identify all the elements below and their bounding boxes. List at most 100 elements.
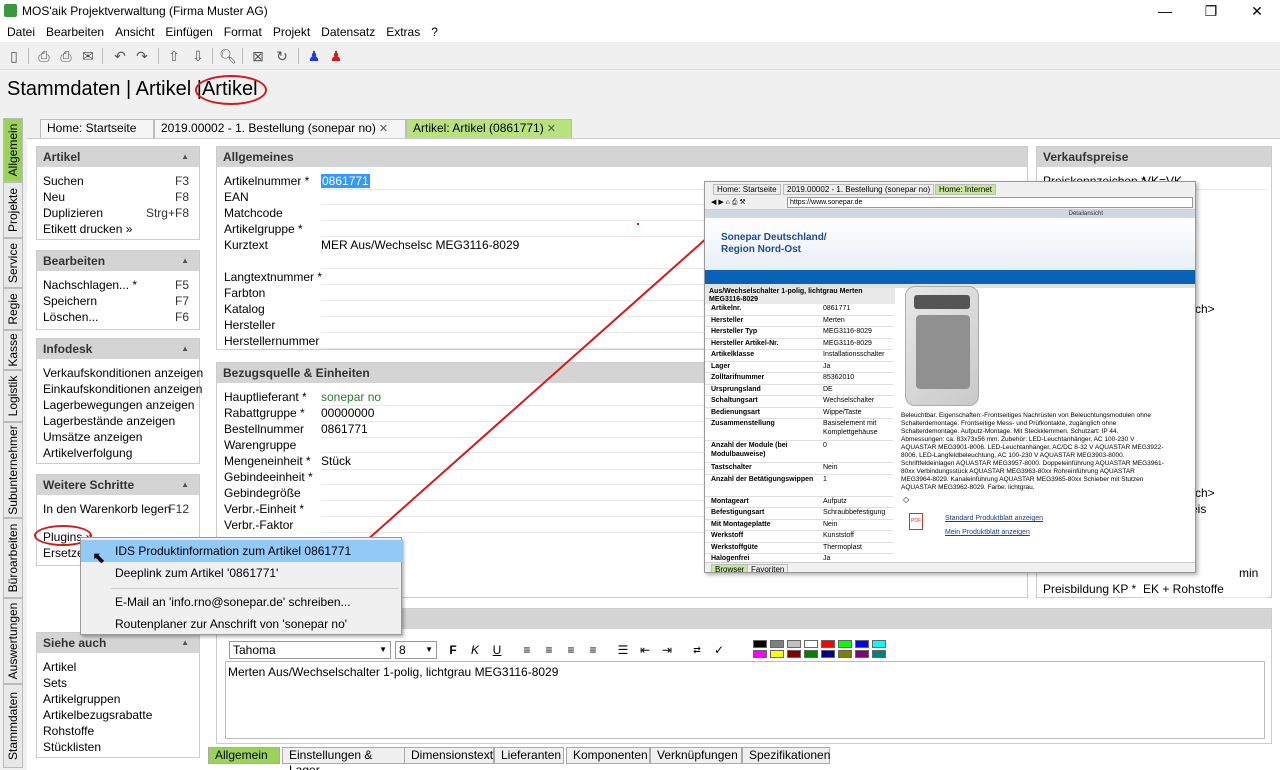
color-swatch[interactable] xyxy=(753,640,767,648)
redo-icon[interactable]: ↷ xyxy=(132,46,152,66)
breadcrumb-part2[interactable]: Artikel xyxy=(136,78,192,100)
color-swatch[interactable] xyxy=(838,640,852,648)
vtab-bueroarbeiten[interactable]: Büroarbeiten xyxy=(3,518,23,598)
inset-btab-browser[interactable]: Browser xyxy=(711,564,749,572)
menu-routenplaner[interactable]: Routenplaner zur Anschrift von 'sonepar … xyxy=(81,613,403,635)
btab-verknuepfungen[interactable]: Verknüpfungen xyxy=(650,747,742,764)
close-tab-icon[interactable]: ✕ xyxy=(379,123,388,135)
link-umsaetze[interactable]: Umsätze anzeigen xyxy=(43,429,142,445)
tab-artikel[interactable]: Artikel: Artikel (0861771) ✕ xyxy=(406,119,572,138)
link-artikel[interactable]: Artikel xyxy=(43,659,76,675)
menu-deeplink[interactable]: Deeplink zum Artikel '0861771' xyxy=(81,562,403,584)
vtab-regie[interactable]: Regie xyxy=(3,288,23,330)
mail-icon[interactable]: ✉ xyxy=(78,46,98,66)
minimize-button[interactable]: — xyxy=(1142,0,1188,22)
italic-icon[interactable]: K xyxy=(465,640,485,660)
link-suchen[interactable]: Suchen xyxy=(43,173,84,189)
color-swatch[interactable] xyxy=(787,650,801,658)
langtext-editor[interactable]: Merten Aus/Wechselschalter 1-polig, lich… xyxy=(225,661,1265,739)
btab-komponenten[interactable]: Komponenten xyxy=(566,747,650,764)
link-einkaufskonditionen[interactable]: Einkaufskonditionen anzeigen xyxy=(43,381,202,397)
menu-datensatz[interactable]: Datensatz xyxy=(314,22,379,40)
btab-dimensionstext[interactable]: Dimensionstext xyxy=(404,747,494,764)
color-swatch[interactable] xyxy=(770,650,784,658)
link-warenkorb[interactable]: In den Warenkorb legen xyxy=(43,501,171,517)
close-tab-icon[interactable]: ✕ xyxy=(547,123,556,135)
inset-back-icon[interactable]: ◀ ▶ ⌂ ⎙ ⚒ xyxy=(711,198,746,207)
vtab-stammdaten[interactable]: Stammdaten xyxy=(3,684,23,768)
inset-btab-favoriten[interactable]: Favoriten xyxy=(747,564,789,572)
menu-projekt[interactable]: Projekt xyxy=(266,22,314,40)
spellcheck-icon[interactable]: ✓ xyxy=(709,640,729,660)
menu-datei[interactable]: Datei xyxy=(0,22,39,40)
color-swatch[interactable] xyxy=(804,640,818,648)
link-artikelbezugsrabatte[interactable]: Artikelbezugsrabatte xyxy=(43,707,152,723)
link-etikett-drucken[interactable]: Etikett drucken » xyxy=(43,221,132,237)
vtab-allgemein[interactable]: Allgemein xyxy=(3,118,23,182)
collapse-icon[interactable]: ▲ xyxy=(181,475,189,495)
link-neu[interactable]: Neu xyxy=(43,189,65,205)
inset-link-mein[interactable]: Mein Produktblatt anzeigen xyxy=(945,528,1030,537)
color-swatch[interactable] xyxy=(872,650,886,658)
menu-format[interactable]: Format xyxy=(217,22,266,40)
btab-lieferanten[interactable]: Lieferanten xyxy=(494,747,564,764)
btab-spezifikationen[interactable]: Spezifikationen xyxy=(742,747,830,764)
link-duplizieren[interactable]: Duplizieren xyxy=(43,205,103,221)
new-document-icon[interactable]: ▯ xyxy=(4,46,24,66)
breadcrumb-part1[interactable]: Stammdaten xyxy=(7,78,120,100)
vtab-auswertungen[interactable]: Auswertungen xyxy=(3,598,23,684)
inset-url-bar[interactable]: https://www.sonepar.de xyxy=(787,197,1193,208)
outdent-icon[interactable]: ⇤ xyxy=(635,640,655,660)
user-blue-icon[interactable]: ♟ xyxy=(304,46,324,66)
vtab-service[interactable]: Service xyxy=(3,238,23,288)
align-center-icon[interactable]: ≡ xyxy=(539,640,559,660)
collapse-icon[interactable]: ▲ xyxy=(181,339,189,359)
vtab-subunternehmer[interactable]: Subunternehmer xyxy=(3,422,23,518)
vtab-kasse[interactable]: Kasse xyxy=(3,330,23,370)
link-sets[interactable]: Sets xyxy=(43,675,67,691)
arrow-up-icon[interactable]: ⇧ xyxy=(164,46,184,66)
link-lagerbewegungen[interactable]: Lagerbewegungen anzeigen xyxy=(43,397,194,413)
color-swatch[interactable] xyxy=(787,640,801,648)
print-preview-icon[interactable]: ⎙ xyxy=(56,46,76,66)
color-swatch[interactable] xyxy=(770,640,784,648)
menu-extras[interactable]: Extras xyxy=(379,22,424,40)
collapse-icon[interactable]: ▲ xyxy=(181,251,189,271)
search-document-icon[interactable]: 🔍︎ xyxy=(218,46,238,66)
color-swatch[interactable] xyxy=(855,640,869,648)
vtab-logistik[interactable]: Logistik xyxy=(3,370,23,422)
link-artikelgruppen[interactable]: Artikelgruppen xyxy=(43,691,120,707)
tab-home[interactable]: Home: Startseite xyxy=(40,119,154,138)
justify-icon[interactable]: ≡ xyxy=(583,640,603,660)
vtab-projekte[interactable]: Projekte xyxy=(3,182,23,238)
color-swatch[interactable] xyxy=(804,650,818,658)
menu-help[interactable]: ? xyxy=(424,22,442,40)
restore-button[interactable]: ❐ xyxy=(1188,0,1234,22)
link-artikelverfolgung[interactable]: Artikelverfolgung xyxy=(43,445,132,461)
link-rohstoffe[interactable]: Rohstoffe xyxy=(43,723,94,739)
link-stuecklisten[interactable]: Stücklisten xyxy=(43,739,101,755)
collapse-icon[interactable]: ▲ xyxy=(181,147,189,167)
align-right-icon[interactable]: ≡ xyxy=(561,640,581,660)
field-preisbildung[interactable]: EK + Rohstoffe xyxy=(1143,581,1267,598)
underline-icon[interactable]: U xyxy=(487,640,507,660)
btab-allgemein[interactable]: Allgemein xyxy=(208,747,280,764)
delete-icon[interactable]: ⊠ xyxy=(248,46,268,66)
color-swatch[interactable] xyxy=(838,650,852,658)
menu-ids-produktinfo[interactable]: IDS Produktinformation zum Artikel 08617… xyxy=(81,540,403,562)
btab-einstellungen[interactable]: Einstellungen & Lager xyxy=(282,747,410,770)
link-verkaufskonditionen[interactable]: Verkaufskonditionen anzeigen xyxy=(43,365,203,381)
bold-icon[interactable]: F xyxy=(443,640,463,660)
undo-icon[interactable]: ↶ xyxy=(110,46,130,66)
link-loeschen[interactable]: Löschen... xyxy=(43,309,98,325)
tab-bestellung[interactable]: 2019.00002 - 1. Bestellung (sonepar no) ✕ xyxy=(154,119,406,138)
bullet-list-icon[interactable]: ☰ xyxy=(613,640,633,660)
print-icon[interactable]: ⎙ xyxy=(34,46,54,66)
inset-tab[interactable]: Home: Internet xyxy=(935,184,996,195)
align-left-icon[interactable]: ≡ xyxy=(517,640,537,660)
indent-icon[interactable]: ⇥ xyxy=(657,640,677,660)
color-swatch[interactable] xyxy=(872,640,886,648)
font-select[interactable]: Tahoma ▼ xyxy=(229,641,391,659)
refresh-icon[interactable]: ↻ xyxy=(272,46,292,66)
color-swatch[interactable] xyxy=(821,640,835,648)
